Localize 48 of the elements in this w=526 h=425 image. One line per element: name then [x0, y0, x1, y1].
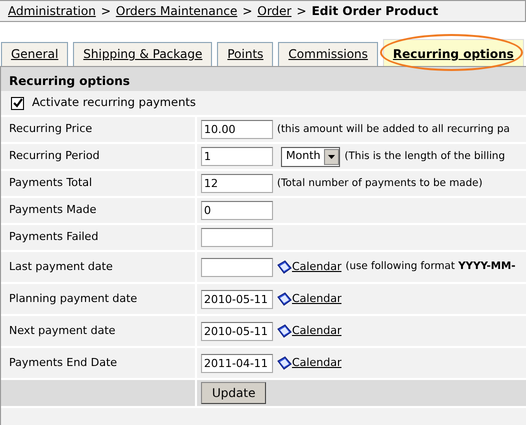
input-field[interactable]: 12	[201, 174, 273, 193]
period-dropdown[interactable]: Month	[281, 146, 340, 166]
field-label: Recurring Period	[1, 144, 197, 169]
calendar-icon[interactable]	[277, 324, 292, 340]
breadcrumb-link[interactable]: Order	[257, 2, 292, 20]
field-label: Last payment date	[1, 252, 197, 282]
input-field[interactable]: 1	[201, 147, 273, 166]
field-label: Payments End Date	[1, 348, 197, 378]
field-label: Payments Total	[1, 171, 197, 196]
update-button[interactable]: Update	[201, 382, 266, 404]
input-field[interactable]: 2010-05-11	[201, 290, 273, 308]
input-field[interactable]: 10.00	[201, 120, 273, 139]
field-label: Next payment date	[1, 316, 197, 346]
field-label: Payments Failed	[1, 225, 197, 250]
breadcrumb-link[interactable]: Orders Maintenance	[116, 2, 238, 20]
input-field[interactable]: 0	[201, 201, 273, 220]
tab[interactable]: Recurring options	[382, 39, 524, 66]
input-field[interactable]: 2011-04-11	[201, 354, 273, 372]
calendar-link[interactable]: Calendar	[292, 322, 342, 340]
calendar-icon[interactable]	[277, 260, 292, 276]
input-field[interactable]	[201, 258, 273, 276]
breadcrumb-separator: >	[242, 3, 252, 20]
checkbox-label: Activate recurring payments	[32, 94, 196, 112]
breadcrumb-separator: >	[100, 3, 111, 20]
tab[interactable]: Points	[217, 42, 274, 66]
calendar-icon[interactable]	[277, 292, 292, 308]
dropdown-caret-icon[interactable]	[324, 148, 340, 164]
checkbox[interactable]	[11, 96, 24, 110]
field-label: Planning payment date	[1, 284, 197, 314]
input-field[interactable]	[201, 228, 273, 247]
calendar-link[interactable]: Calendar	[292, 258, 342, 276]
breadcrumb-current: Edit Order Product	[312, 3, 438, 20]
tab[interactable]: Commissions	[278, 42, 378, 66]
panel-title: Recurring options	[1, 67, 526, 91]
calendar-icon[interactable]	[277, 356, 292, 372]
calendar-link[interactable]: Calendar	[292, 290, 342, 308]
field-hint: (This is the length of the billing	[344, 148, 505, 164]
field-label: Recurring Price	[1, 117, 197, 142]
breadcrumb-link[interactable]: Administration	[8, 2, 96, 20]
calendar-link[interactable]: Calendar	[292, 354, 342, 372]
breadcrumb-separator: >	[296, 3, 307, 20]
field-hint: (use following format YYYY-MM-	[345, 259, 516, 274]
input-field[interactable]: 2010-05-11	[201, 322, 273, 340]
field-label: Payments Made	[1, 198, 197, 223]
tab[interactable]: General	[1, 42, 68, 66]
field-hint: (this amount will be added to all recurring pa	[277, 122, 510, 137]
field-hint: (Total number of payments to be made)	[277, 176, 482, 191]
tab[interactable]: Shipping & Package	[73, 42, 212, 66]
